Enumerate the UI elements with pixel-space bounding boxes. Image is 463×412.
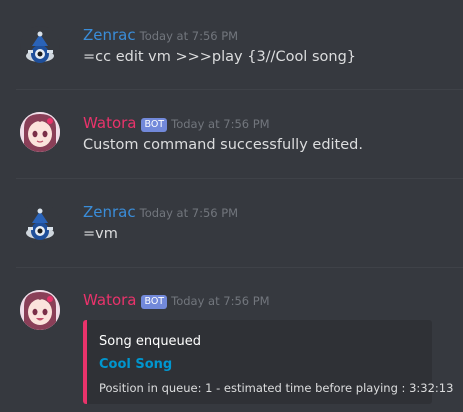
message-content: =vm [83,226,118,242]
embed-title-link[interactable]: Cool Song [99,357,172,372]
anime-girl-avatar-icon [20,290,60,330]
teapot-avatar-icon [26,31,54,63]
embed-description: Position in queue: 1 - estimated time be… [99,381,454,395]
message-content: Custom command successfully edited. [83,137,363,153]
message-content: =cc edit vm >>>play {3//Cool song} [83,49,356,65]
timestamp: Today at 7:56 PM [139,206,239,220]
bot-badge: BOT [141,118,168,132]
author-name[interactable]: Watora [83,291,136,309]
message-header: Watora BOT Today at 7:56 PM [83,113,270,132]
embed-author: Song enqueued [99,334,202,349]
message-divider [16,178,463,179]
bot-badge: BOT [141,295,168,309]
timestamp: Today at 7:56 PM [171,294,270,308]
message-divider [16,89,463,90]
avatar[interactable] [20,203,60,243]
author-name[interactable]: Zenrac [83,26,136,44]
avatar[interactable] [20,26,60,66]
anime-girl-avatar-icon [20,112,60,152]
timestamp: Today at 7:56 PM [171,117,270,131]
message-header: Zenrac Today at 7:56 PM [83,202,238,221]
author-name[interactable]: Zenrac [83,203,136,221]
teapot-avatar-icon [26,208,54,240]
author-name[interactable]: Watora [83,114,136,132]
avatar[interactable] [20,290,60,330]
message-divider [16,267,463,268]
message-header: Watora BOT Today at 7:56 PM [83,290,270,309]
avatar[interactable] [20,112,60,152]
message-header: Zenrac Today at 7:56 PM [83,25,238,44]
timestamp: Today at 7:56 PM [139,29,239,43]
rich-embed: Song enqueued Cool Song Position in queu… [83,320,453,404]
